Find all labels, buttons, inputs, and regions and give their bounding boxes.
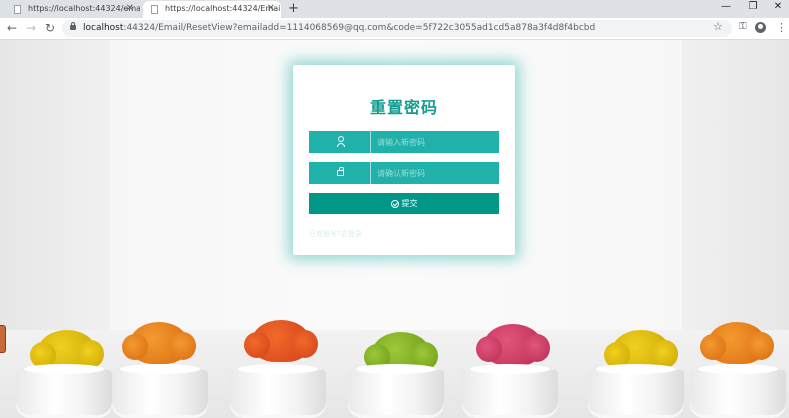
- tab-close-icon[interactable]: ✕: [126, 3, 134, 14]
- flower-pot: [462, 364, 558, 418]
- confirm-password-field: [309, 162, 499, 184]
- flower-pot: [112, 364, 208, 418]
- secure-lock-icon: [70, 22, 76, 30]
- page-favicon-icon: [151, 5, 158, 14]
- url-host: localhost: [83, 23, 124, 33]
- window-close-button[interactable]: ✕: [766, 1, 789, 12]
- confirm-password-input[interactable]: [372, 162, 499, 184]
- address-bar[interactable]: localhost:44324/Email/ResetView?emailadd…: [62, 20, 732, 37]
- page-title: 重置密码: [369, 98, 438, 117]
- account-icon[interactable]: [755, 22, 766, 33]
- page-background: 重置密码 提交 已有账号?去登录: [0, 40, 789, 418]
- window-maximize-button[interactable]: ❐: [741, 1, 765, 12]
- tab-close-icon[interactable]: ✕: [267, 3, 275, 14]
- flower-pot: [348, 364, 444, 418]
- window-minimize-button[interactable]: —: [714, 1, 738, 12]
- forward-arrow-icon[interactable]: →: [23, 21, 39, 35]
- bookmark-star-icon[interactable]: ☆: [713, 20, 723, 33]
- reload-icon[interactable]: ↻: [42, 21, 58, 35]
- login-link[interactable]: 已有账号?去登录: [309, 229, 362, 239]
- url-path: :44324/Email/ResetView?emailadd=11140685…: [123, 23, 596, 33]
- reset-password-panel: 重置密码 提交 已有账号?去登录: [293, 65, 515, 255]
- flower-pot: [16, 364, 112, 418]
- browser-toolbar: ← → ↻ localhost:44324/Email/ResetView?em…: [0, 18, 789, 40]
- flower-pot: [230, 364, 326, 418]
- browser-tab-2[interactable]: https://localhost:44324/Email/ ✕: [143, 1, 281, 18]
- user-icon: [337, 136, 345, 148]
- tab-strip: https://localhost:44324/email/ ✕ https:/…: [0, 0, 789, 18]
- tab-title: https://localhost:44324/Email/: [165, 4, 281, 13]
- key-icon[interactable]: ⚿: [739, 21, 747, 32]
- cactus-plant: [244, 320, 318, 362]
- url-text[interactable]: localhost:44324/Email/ResetView?emailadd…: [83, 23, 595, 33]
- submit-button[interactable]: 提交: [309, 193, 499, 214]
- submit-label: 提交: [401, 199, 418, 208]
- cactus-plant: [476, 324, 550, 366]
- lock-icon: [337, 167, 344, 176]
- page-favicon-icon: [14, 5, 21, 14]
- check-circle-icon: [390, 199, 399, 208]
- browser-tab-1[interactable]: https://localhost:44324/email/ ✕: [6, 1, 140, 18]
- new-password-input[interactable]: [372, 131, 499, 153]
- cactus-plant: [700, 322, 774, 364]
- field-addon: [309, 162, 371, 184]
- new-tab-button[interactable]: +: [288, 1, 299, 16]
- kebab-menu-icon[interactable]: ⋮: [776, 21, 787, 34]
- field-addon: [309, 131, 371, 153]
- tab-title: https://localhost:44324/email/: [28, 4, 140, 13]
- side-handle[interactable]: [0, 325, 6, 353]
- back-arrow-icon[interactable]: ←: [4, 21, 20, 35]
- cactus-plant: [122, 322, 196, 364]
- flower-pot: [690, 364, 786, 418]
- flower-pot: [588, 364, 684, 418]
- new-password-field: [309, 131, 499, 153]
